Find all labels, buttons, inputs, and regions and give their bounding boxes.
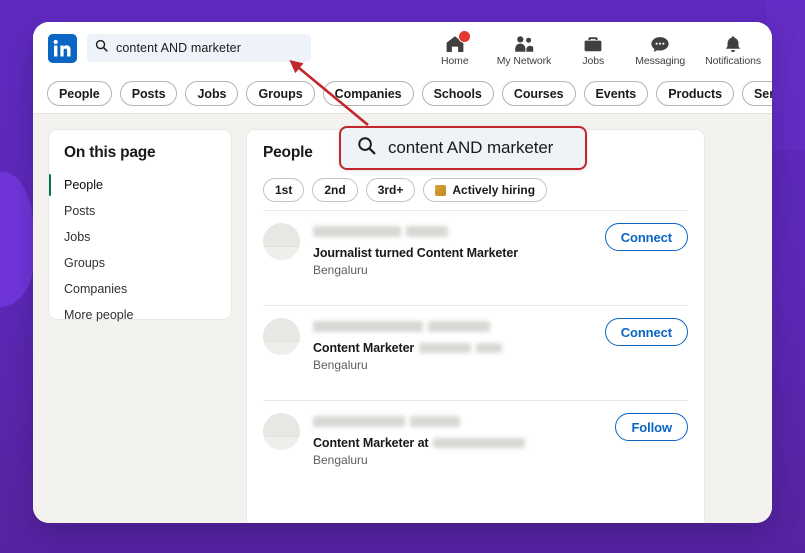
- redaction-bar: [313, 321, 423, 333]
- filter-pill-schools[interactable]: Schools: [421, 81, 494, 106]
- bell-icon: [723, 34, 743, 53]
- search-icon: [357, 136, 376, 160]
- sidebar-item-people[interactable]: People: [49, 172, 231, 198]
- search-query-callout: content AND marketer: [339, 126, 587, 170]
- nav-item-label: Jobs: [582, 54, 605, 67]
- linkedin-global-header: content AND marketer Home My Network Job…: [33, 22, 772, 114]
- connect-button[interactable]: Connect: [604, 318, 688, 346]
- people-icon: [514, 34, 534, 53]
- person-headline-text: Content Marketer at: [313, 436, 429, 450]
- chip-label: Actively hiring: [452, 183, 536, 197]
- linkedin-logo-icon[interactable]: [48, 33, 77, 63]
- table-row[interactable]: Content Marketer at Bengaluru Follow: [263, 400, 688, 495]
- redaction-bar: [313, 416, 405, 428]
- redaction-bar: [428, 321, 490, 333]
- person-location: Bengaluru: [313, 263, 368, 277]
- filter-pill-jobs[interactable]: Jobs: [185, 81, 239, 106]
- person-headline: Journalist turned Content Marketer: [313, 246, 593, 260]
- person-location: Bengaluru: [313, 358, 368, 372]
- redaction-bar: [419, 343, 472, 353]
- top-bar: content AND marketer Home My Network Job…: [33, 22, 772, 74]
- search-icon: [95, 39, 108, 57]
- redaction-bar: [313, 226, 401, 238]
- table-row[interactable]: Journalist turned Content Marketer Benga…: [263, 210, 688, 305]
- people-results-panel: People 1st 2nd 3rd+ Actively hiring Jour…: [247, 130, 704, 523]
- nav-item-jobs[interactable]: Jobs: [571, 34, 615, 67]
- linkedin-app-window: content AND marketer Home My Network Job…: [33, 22, 772, 523]
- callout-query-text: content AND marketer: [388, 138, 554, 157]
- connect-button[interactable]: Connect: [604, 223, 688, 251]
- header-nav: Home My Network Jobs Messaging Notificat…: [433, 29, 761, 67]
- avatar: [263, 318, 300, 355]
- filter-pill-products[interactable]: Products: [656, 81, 734, 106]
- actively-hiring-icon: [435, 184, 447, 196]
- chip-label: 3rd+: [377, 183, 404, 197]
- filter-pill-courses[interactable]: Courses: [501, 81, 576, 106]
- chip-label: 1st: [275, 183, 293, 197]
- sidebar-title: On this page: [64, 144, 156, 161]
- search-filter-pills: People Posts Jobs Groups Companies Schoo…: [33, 74, 772, 113]
- person-info: Content Marketer Bengaluru: [313, 318, 593, 372]
- nav-item-label: Messaging: [635, 54, 686, 67]
- filter-pill-groups[interactable]: Groups: [246, 81, 315, 106]
- sidebar-item-companies[interactable]: Companies: [49, 276, 231, 302]
- person-headline: Content Marketer: [313, 341, 593, 355]
- nav-item-home[interactable]: Home: [433, 29, 477, 67]
- person-headline: Content Marketer at: [313, 436, 603, 450]
- nav-item-notifications[interactable]: Notifications: [705, 34, 761, 67]
- avatar: [263, 223, 300, 260]
- sidebar-item-more-people[interactable]: More people: [49, 302, 231, 328]
- on-this-page-sidebar: On this page People Posts Jobs Groups Co…: [49, 130, 231, 322]
- search-input-value: content AND marketer: [116, 41, 241, 55]
- connection-degree-filters: 1st 2nd 3rd+ Actively hiring: [263, 178, 688, 202]
- filter-pill-companies[interactable]: Companies: [322, 81, 414, 106]
- person-headline-text: Journalist turned Content Marketer: [313, 246, 518, 260]
- person-info: Journalist turned Content Marketer Benga…: [313, 223, 593, 277]
- person-location: Bengaluru: [313, 453, 368, 467]
- follow-button[interactable]: Follow: [615, 413, 688, 441]
- sidebar-item-posts[interactable]: Posts: [49, 198, 231, 224]
- redaction-bar: [410, 416, 460, 428]
- sidebar-item-groups[interactable]: Groups: [49, 250, 231, 276]
- notification-badge: [457, 29, 471, 43]
- chip-2nd[interactable]: 2nd: [312, 178, 358, 202]
- page-body: On this page People Posts Jobs Groups Co…: [33, 114, 772, 523]
- briefcase-icon: [583, 34, 603, 53]
- person-name-redacted: [313, 318, 593, 336]
- filter-pill-people[interactable]: People: [47, 81, 112, 106]
- person-name-redacted: [313, 223, 593, 241]
- person-info: Content Marketer at Bengaluru: [313, 413, 603, 467]
- message-icon: [650, 34, 670, 53]
- sidebar-item-jobs[interactable]: Jobs: [49, 224, 231, 250]
- person-name-redacted: [313, 413, 603, 431]
- nav-item-label: Notifications: [705, 54, 761, 67]
- nav-item-my-network[interactable]: My Network: [497, 34, 551, 67]
- redaction-bar: [406, 226, 448, 238]
- nav-item-messaging[interactable]: Messaging: [635, 34, 685, 67]
- nav-item-label: My Network: [496, 54, 552, 67]
- redaction-bar: [476, 343, 503, 353]
- search-input[interactable]: content AND marketer: [87, 34, 311, 62]
- filter-pill-posts[interactable]: Posts: [119, 81, 178, 106]
- decorative-bottom-shape: [0, 525, 805, 553]
- decorative-corner-shape: [767, 0, 805, 150]
- chip-label: 2nd: [324, 183, 346, 197]
- table-row[interactable]: Content Marketer Bengaluru Connect: [263, 305, 688, 400]
- chip-actively-hiring[interactable]: Actively hiring: [423, 178, 548, 202]
- chip-3rd-plus[interactable]: 3rd+: [365, 178, 416, 202]
- filter-pill-events[interactable]: Events: [583, 81, 649, 106]
- nav-item-label: Home: [440, 54, 469, 67]
- home-icon: [445, 29, 471, 53]
- avatar: [263, 413, 300, 450]
- filter-pill-services[interactable]: Services: [742, 81, 772, 106]
- chip-1st[interactable]: 1st: [263, 178, 305, 202]
- redaction-bar: [433, 438, 526, 448]
- person-headline-text: Content Marketer: [313, 341, 415, 355]
